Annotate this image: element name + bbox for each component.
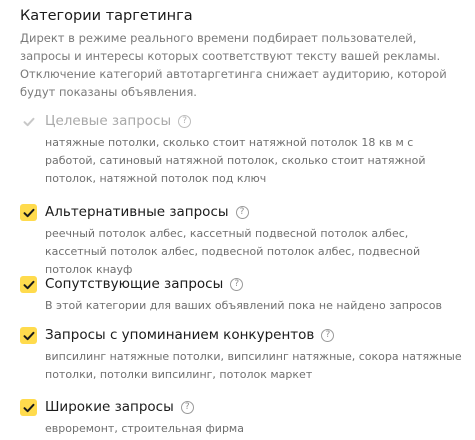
category-checkbox-target — [20, 113, 37, 130]
category-queries: реечный потолок албес, кассетный подвесн… — [45, 227, 421, 276]
category-title: Широкие запросы — [45, 399, 174, 415]
section-description: Директ в режиме реального времени подбир… — [20, 31, 447, 99]
category-queries: натяжные потолки, сколько стоит натяжной… — [45, 136, 426, 185]
category-checkbox-competitors[interactable] — [20, 327, 37, 344]
check-icon — [23, 331, 34, 340]
check-icon — [23, 117, 34, 126]
category-checkbox-alternative[interactable] — [20, 204, 37, 221]
category-title: Запросы с упоминанием конкурентов — [45, 327, 315, 343]
category-title: Целевые запросы — [45, 113, 172, 129]
question-circle-icon[interactable]: ? — [235, 206, 249, 219]
category-queries: В этой категории для ваших объявлений по… — [45, 299, 442, 312]
category-title: Сопутствующие запросы — [45, 276, 224, 292]
category-queries: випсилинг натяжные потолки, випсилинг на… — [45, 350, 462, 381]
category-checkbox-related[interactable] — [20, 276, 37, 293]
question-circle-icon[interactable]: ? — [230, 278, 244, 291]
category-title: Альтернативные запросы — [45, 204, 229, 220]
check-icon — [23, 280, 34, 289]
category-queries: евроремонт, строительная фирма — [45, 422, 244, 435]
question-circle-icon[interactable]: ? — [180, 401, 194, 414]
question-circle-icon[interactable]: ? — [178, 115, 192, 128]
category-checkbox-broad[interactable] — [20, 399, 37, 416]
section-title: Категории таргетинга — [20, 8, 193, 24]
check-icon — [23, 208, 34, 217]
check-icon — [23, 403, 34, 412]
question-circle-icon[interactable]: ? — [321, 329, 335, 342]
